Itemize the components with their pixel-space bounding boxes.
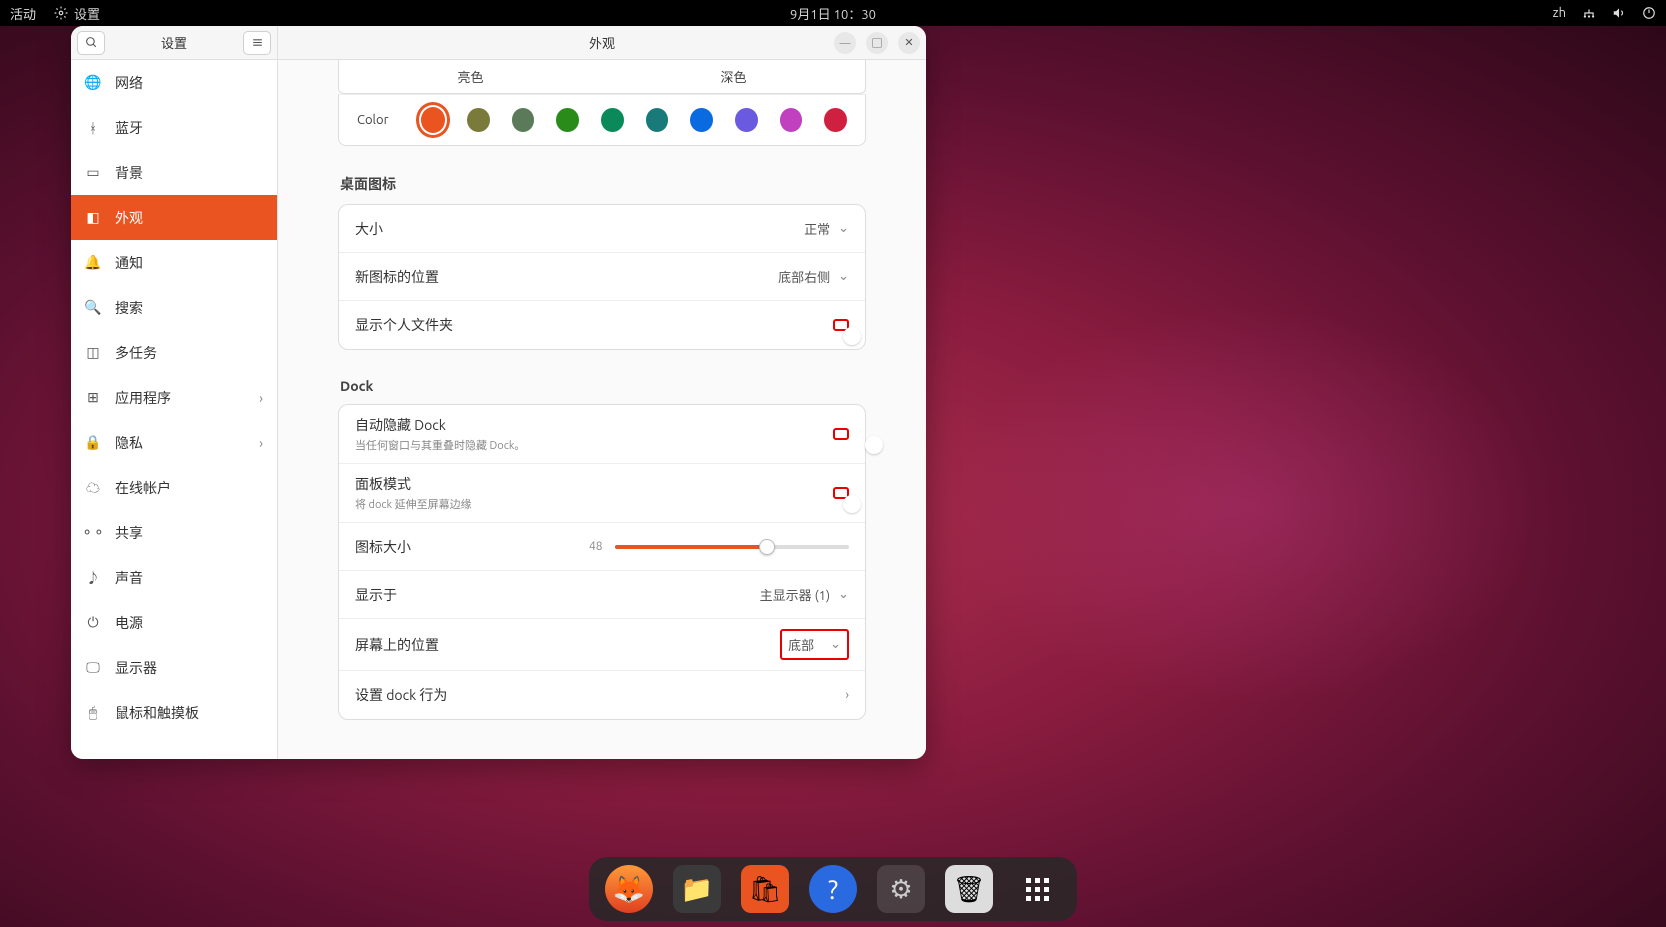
search-icon (85, 36, 98, 49)
minimize-button[interactable]: ─ (834, 32, 856, 54)
theme-dark-option[interactable]: 深色 (602, 60, 865, 93)
dock-panel: 自动隐藏 Dock 当任何窗口与其重叠时隐藏 Dock。 面板模式 将 dock… (338, 404, 866, 720)
lock-icon: 🔒 (85, 435, 101, 451)
volume-icon[interactable] (1612, 6, 1626, 20)
desktop-icons-panel: 大小 正常 ⌄ 新图标的位置 底部右侧 ⌄ 显示个人文件夹 (338, 204, 866, 350)
color-label: Color (357, 113, 389, 127)
settings-window: 设置 外观 ─ □ ✕ 🌐网络 ᚼ蓝牙 ▭背景 ◧外观 🔔通知 (71, 26, 926, 759)
clock[interactable]: 9月1日 10：30 (790, 4, 876, 23)
page-title: 外观 (589, 33, 615, 52)
row-panel-mode: 面板模式 将 dock 延伸至屏幕边缘 (339, 464, 865, 523)
input-method-indicator[interactable]: zh (1553, 6, 1566, 20)
sidebar-item-privacy[interactable]: 🔒隐私› (71, 420, 277, 465)
globe-icon: 🌐 (85, 75, 101, 91)
dock-help[interactable]: ? (809, 865, 857, 913)
share-icon: ⚬⚬ (85, 525, 101, 541)
cloud-icon: ☁ (85, 480, 101, 496)
color-swatch-green[interactable] (556, 108, 579, 132)
slider-value: 48 (589, 540, 603, 553)
row-new-icon-position[interactable]: 新图标的位置 底部右侧 ⌄ (339, 253, 865, 301)
color-swatch-red[interactable] (824, 108, 847, 132)
hamburger-icon (251, 36, 264, 49)
desktop-wallpaper: 设置 外观 ─ □ ✕ 🌐网络 ᚼ蓝牙 ▭背景 ◧外观 🔔通知 (0, 26, 1666, 927)
picture-icon: ▭ (85, 165, 101, 181)
sidebar-item-bluetooth[interactable]: ᚼ蓝牙 (71, 105, 277, 150)
search-button[interactable] (77, 31, 105, 55)
mouse-icon: 🖱 (85, 705, 101, 721)
activities-button[interactable]: 活动 (10, 4, 36, 23)
search-icon: 🔍 (85, 300, 101, 316)
color-swatch-teal[interactable] (601, 108, 624, 132)
headerbar: 设置 外观 ─ □ ✕ (71, 26, 926, 60)
chevron-down-icon: ⌄ (838, 221, 849, 236)
sidebar-item-displays[interactable]: 🖵显示器 (71, 645, 277, 690)
dock-software[interactable]: 🛍 (741, 865, 789, 913)
chevron-down-icon: ⌄ (838, 587, 849, 602)
section-desktop-icons: 桌面图标 (340, 174, 866, 194)
color-swatch-sage[interactable] (512, 108, 535, 132)
settings-content: 亮色 深色 Color 桌面图标 (278, 60, 926, 759)
section-dock: Dock (340, 378, 866, 394)
maximize-button[interactable]: □ (866, 32, 888, 54)
primary-menu-button[interactable] (243, 31, 271, 55)
row-icon-size[interactable]: 大小 正常 ⌄ (339, 205, 865, 253)
dock-firefox[interactable]: 🦊 (605, 865, 653, 913)
chevron-right-icon: › (259, 435, 263, 451)
dock: 🦊 📁 🛍 ? ⚙ 🗑 (589, 857, 1077, 921)
power-icon[interactable] (1642, 6, 1656, 20)
row-dock-behavior[interactable]: 设置 dock 行为 › (339, 671, 865, 719)
gear-icon (54, 6, 68, 20)
theme-light-option[interactable]: 亮色 (339, 60, 602, 93)
sidebar-item-mouse[interactable]: 🖱鼠标和触摸板 (71, 690, 277, 735)
appearance-icon: ◧ (85, 210, 101, 226)
chevron-down-icon: ⌄ (838, 269, 849, 284)
color-swatch-magenta[interactable] (780, 108, 803, 132)
row-dock-position[interactable]: 屏幕上的位置 底部 ⌄ (339, 619, 865, 671)
color-swatch-orange[interactable] (421, 107, 446, 133)
bell-icon: 🔔 (85, 255, 101, 271)
apps-grid-icon (1026, 878, 1049, 901)
color-swatch-olive[interactable] (467, 108, 490, 132)
chevron-right-icon: › (845, 688, 849, 702)
sidebar-item-network[interactable]: 🌐网络 (71, 60, 277, 105)
row-show-home-folder: 显示个人文件夹 (339, 301, 865, 349)
windows-icon: ◫ (85, 345, 101, 361)
top-panel: 活动 设置 9月1日 10：30 zh (0, 0, 1666, 26)
row-show-on[interactable]: 显示于 主显示器 (1) ⌄ (339, 571, 865, 619)
theme-selector: 亮色 深色 (338, 60, 866, 94)
sidebar-item-notifications[interactable]: 🔔通知 (71, 240, 277, 285)
sidebar-title: 设置 (111, 33, 237, 52)
color-swatch-blue[interactable] (690, 108, 713, 132)
grid-icon: ⊞ (85, 390, 101, 406)
close-button[interactable]: ✕ (898, 32, 920, 54)
icon-size-slider[interactable] (615, 545, 849, 549)
dock-settings[interactable]: ⚙ (877, 865, 925, 913)
dock-trash[interactable]: 🗑 (945, 865, 993, 913)
color-swatch-purple[interactable] (735, 108, 758, 132)
settings-sidebar: 🌐网络 ᚼ蓝牙 ▭背景 ◧外观 🔔通知 🔍搜索 ◫多任务 ⊞应用程序› 🔒隐私›… (71, 60, 278, 759)
dock-show-apps[interactable] (1013, 865, 1061, 913)
sidebar-item-applications[interactable]: ⊞应用程序› (71, 375, 277, 420)
color-swatch-cyan[interactable] (646, 108, 669, 132)
sidebar-item-sharing[interactable]: ⚬⚬共享 (71, 510, 277, 555)
chevron-right-icon: › (259, 390, 263, 406)
sidebar-item-appearance[interactable]: ◧外观 (71, 195, 277, 240)
chevron-down-icon: ⌄ (830, 637, 841, 652)
app-menu[interactable]: 设置 (54, 4, 100, 23)
sidebar-item-background[interactable]: ▭背景 (71, 150, 277, 195)
bluetooth-icon: ᚼ (85, 120, 101, 136)
network-icon[interactable] (1582, 6, 1596, 20)
sidebar-item-online-accounts[interactable]: ☁在线帐户 (71, 465, 277, 510)
music-icon: ♪ (85, 570, 101, 586)
dock-files[interactable]: 📁 (673, 865, 721, 913)
sidebar-item-power[interactable]: ⏻电源 (71, 600, 277, 645)
row-icon-size-slider: 图标大小 48 (339, 523, 865, 571)
power-icon: ⏻ (85, 615, 101, 631)
sidebar-item-sound[interactable]: ♪声音 (71, 555, 277, 600)
sidebar-item-multitasking[interactable]: ◫多任务 (71, 330, 277, 375)
display-icon: 🖵 (85, 660, 101, 676)
sidebar-item-search[interactable]: 🔍搜索 (71, 285, 277, 330)
accent-color-row: Color (338, 94, 866, 146)
row-autohide-dock: 自动隐藏 Dock 当任何窗口与其重叠时隐藏 Dock。 (339, 405, 865, 464)
